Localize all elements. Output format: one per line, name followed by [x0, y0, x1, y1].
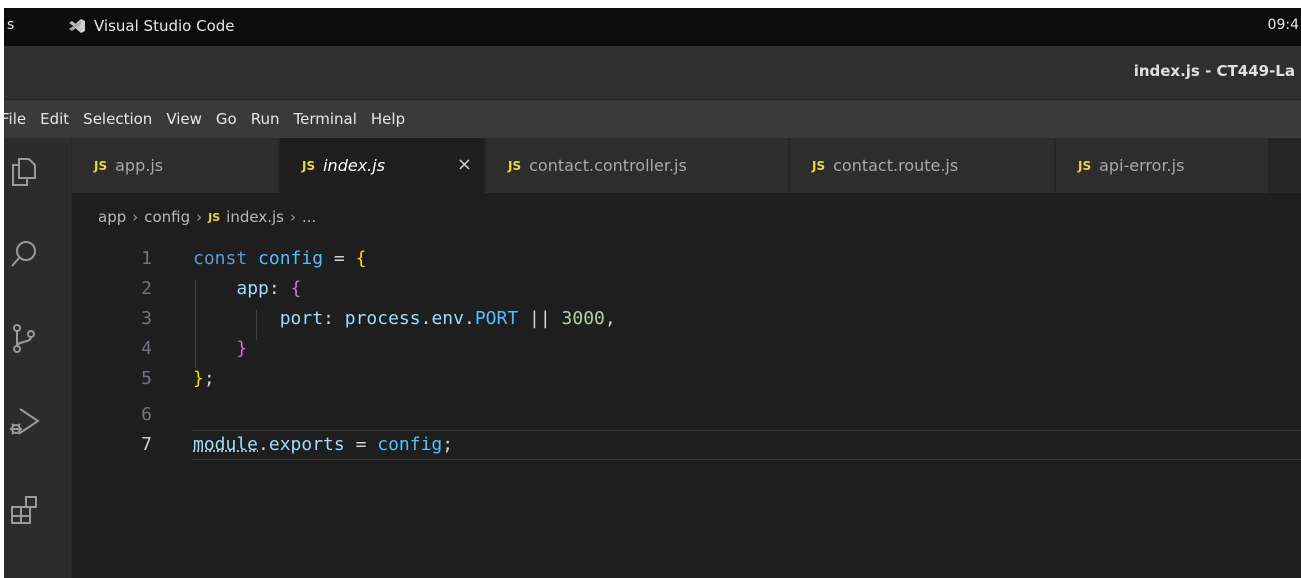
menu-view[interactable]: View [158, 110, 210, 128]
menu-help[interactable]: Help [363, 110, 413, 128]
tab-label: contact.route.js [833, 156, 959, 175]
tab-contact-route-js[interactable]: JS contact.route.js [790, 138, 1055, 193]
code-line: 4 } [72, 334, 1301, 364]
chevron-right-icon: › [132, 208, 139, 226]
vscode-window: s Visual Studio Code 09:4 index.js - CT4… [4, 8, 1301, 578]
tab-contact-controller-js[interactable]: JS contact.controller.js [486, 138, 789, 193]
js-file-icon: JS [302, 158, 316, 173]
clock[interactable]: 09:4 [1268, 17, 1299, 33]
breadcrumb-file[interactable]: index.js [226, 208, 284, 226]
breadcrumb: app › config › JS index.js › ... [98, 208, 316, 226]
breadcrumb-app[interactable]: app [98, 208, 126, 226]
code-text: } [236, 338, 248, 359]
tab-label: api-error.js [1099, 156, 1185, 175]
code-line: 5 }; [72, 364, 1301, 394]
app-name: Visual Studio Code [94, 17, 235, 35]
chevron-right-icon: › [289, 208, 296, 226]
window-title: index.js - CT449-La [1133, 62, 1295, 80]
breadcrumb-config[interactable]: config [144, 208, 190, 226]
menu-edit[interactable]: Edit [32, 110, 77, 128]
code-text: }; [193, 368, 215, 389]
app-menu[interactable]: Visual Studio Code [68, 17, 235, 35]
explorer-icon[interactable] [4, 152, 44, 192]
line-number: 4 [141, 338, 152, 359]
code-line: 1 const config = { [72, 244, 1301, 274]
js-file-icon: JS [208, 210, 221, 224]
line-number: 5 [141, 368, 152, 389]
line-number: 6 [141, 404, 152, 425]
line-number: 7 [141, 434, 152, 455]
code-text: const config = { [193, 248, 367, 269]
menu-bar: File Edit Selection View Go Run Terminal… [4, 100, 1301, 138]
js-file-icon: JS [812, 158, 826, 173]
menu-terminal[interactable]: Terminal [286, 110, 365, 128]
menu-run[interactable]: Run [243, 110, 288, 128]
code-editor[interactable]: 1 const config = { 2 app: { 3 port: proc… [72, 234, 1301, 578]
search-icon[interactable] [4, 234, 44, 274]
system-top-bar: s Visual Studio Code 09:4 [4, 8, 1301, 46]
js-file-icon: JS [94, 158, 108, 173]
window-title-bar: index.js - CT449-La [4, 46, 1301, 100]
run-debug-icon[interactable] [4, 402, 44, 442]
vscode-logo-icon [68, 18, 86, 34]
tab-label: contact.controller.js [529, 156, 687, 175]
tab-label: index.js [323, 156, 386, 175]
js-file-icon: JS [508, 158, 522, 173]
chevron-right-icon: › [196, 208, 203, 226]
tab-label: app.js [115, 156, 164, 175]
code-text: port: process.env.PORT || 3000, [279, 308, 616, 329]
code-line: 2 app: { [72, 274, 1301, 304]
line-number: 3 [141, 308, 152, 329]
line-number: 1 [141, 248, 152, 269]
code-line: 6 [72, 400, 1301, 430]
code-line: 3 port: process.env.PORT || 3000, [72, 304, 1301, 334]
tab-api-error-js[interactable]: JS api-error.js [1056, 138, 1269, 193]
tab-app-js[interactable]: JS app.js [72, 138, 279, 193]
breadcrumb-symbols[interactable]: ... [302, 208, 316, 226]
code-text: app: { [236, 278, 302, 299]
tab-index-js[interactable]: JS index.js × [280, 138, 485, 193]
code-text: module.exports = config; [193, 434, 454, 455]
js-file-icon: JS [1078, 158, 1092, 173]
menu-go[interactable]: Go [208, 110, 245, 128]
editor-tab-bar: JS app.js JS index.js × JS contact.contr… [72, 138, 1301, 193]
source-control-icon[interactable] [4, 318, 44, 358]
activity-bar [4, 138, 72, 578]
extensions-icon[interactable] [4, 490, 44, 530]
line-number: 2 [141, 278, 152, 299]
menu-file[interactable]: File [4, 110, 34, 128]
close-icon[interactable]: × [457, 154, 472, 175]
code-line-current: 7 module.exports = config; [72, 430, 1301, 460]
menu-selection[interactable]: Selection [75, 110, 160, 128]
activities-label[interactable]: s [7, 17, 14, 33]
